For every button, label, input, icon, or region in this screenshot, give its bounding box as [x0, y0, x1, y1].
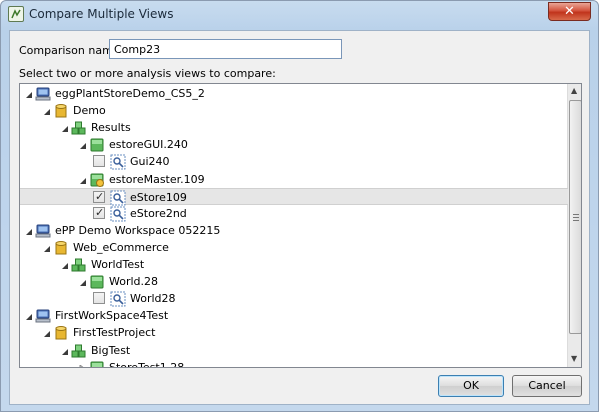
title-bar[interactable]: Compare Multiple Views ✕ [1, 1, 598, 29]
tree-item-label: eStore2nd [130, 206, 187, 220]
computer-icon [35, 86, 51, 102]
scroll-up-button[interactable]: ▲ [568, 84, 581, 99]
expanded-arrow-icon[interactable] [61, 260, 69, 273]
analysis-views-tree[interactable]: ▲ ▼ eggPlantStoreDemo_CS5_2 Demo Results es… [19, 83, 582, 368]
tree-row[interactable]: estoreMaster.109 [20, 171, 568, 188]
tree-row[interactable]: BigTest [20, 342, 568, 359]
vertical-scrollbar[interactable]: ▲ ▼ [567, 84, 581, 367]
cubes-icon [71, 257, 87, 273]
tree-item-label: BigTest [91, 343, 131, 357]
expanded-arrow-icon[interactable] [61, 346, 69, 359]
cancel-button[interactable]: Cancel [512, 375, 582, 397]
tree-row[interactable]: FirstTestProject [20, 324, 568, 341]
cube-icon [89, 360, 105, 367]
tree-row[interactable]: ePP Demo Workspace 052215 [20, 222, 568, 239]
view-checkbox[interactable] [93, 155, 105, 168]
checkmark-icon: ✓ [95, 189, 105, 203]
scroll-down-icon: ▼ [571, 354, 578, 363]
tree-row[interactable]: Demo [20, 102, 568, 119]
expanded-arrow-icon[interactable] [43, 328, 51, 341]
analysis-view-icon [110, 206, 126, 222]
expanded-arrow-icon[interactable] [25, 89, 33, 102]
tree-item-label: Web_eCommerce [73, 240, 169, 254]
expanded-arrow-icon[interactable] [43, 106, 51, 119]
computer-icon [35, 308, 51, 324]
cubes-icon [71, 120, 87, 136]
tree-row[interactable]: Gui240 [20, 153, 568, 170]
tree-row[interactable]: estoreGUI.240 [20, 136, 568, 153]
tree-row[interactable]: StoreTest1.28 [20, 359, 568, 368]
scrollbar-thumb[interactable] [569, 100, 581, 334]
tree-item-label: World.28 [109, 275, 159, 289]
expanded-arrow-icon[interactable] [43, 243, 51, 256]
expanded-arrow-icon[interactable] [79, 277, 87, 290]
dialog-window: Compare Multiple Views ✕ Comparison name… [0, 0, 599, 412]
tree-item-label: ePP Demo Workspace 052215 [55, 223, 221, 237]
tree-item-label: Gui240 [130, 155, 170, 169]
tree-item-label: World28 [130, 292, 176, 306]
expanded-arrow-icon[interactable] [61, 123, 69, 136]
analysis-view-icon [110, 291, 126, 307]
select-views-label: Select two or more analysis views to com… [19, 67, 276, 80]
cube-icon [89, 274, 105, 290]
computer-icon [35, 223, 51, 239]
analysis-view-icon [110, 190, 126, 206]
tree-item-label: FirstTestProject [73, 326, 156, 340]
tree-row[interactable]: World.28 [20, 273, 568, 290]
cubes-icon [71, 343, 87, 359]
tree-row[interactable]: ✓ eStore109 [20, 187, 568, 206]
comparison-name-input[interactable] [109, 39, 342, 59]
tree-row[interactable]: World28 [20, 290, 568, 307]
tree-item-label: eStore109 [130, 190, 187, 204]
app-icon [8, 6, 24, 22]
tree-row[interactable]: FirstWorkSpace4Test [20, 307, 568, 324]
cube-icon [89, 137, 105, 153]
database-icon [53, 103, 69, 119]
cube-yellow-icon [89, 172, 105, 188]
tree-item-label: Demo [73, 104, 106, 118]
tree-row[interactable]: Results [20, 119, 568, 136]
tree-row[interactable]: Web_eCommerce [20, 239, 568, 256]
dialog-body: Comparison name: Select two or more anal… [9, 30, 590, 405]
expanded-arrow-icon[interactable] [79, 175, 87, 188]
tree-item-label: estoreMaster.109 [109, 172, 205, 186]
collapsed-arrow-icon[interactable] [79, 363, 87, 367]
grip-line [573, 220, 579, 221]
tree-item-label: eggPlantStoreDemo_CS5_2 [55, 87, 205, 100]
close-button[interactable]: ✕ [548, 2, 591, 21]
analysis-view-icon [110, 154, 126, 170]
tree-item-label: estoreGUI.240 [109, 138, 188, 152]
ok-button[interactable]: OK [438, 375, 504, 397]
database-icon [53, 240, 69, 256]
scroll-down-button[interactable]: ▼ [568, 352, 581, 367]
expanded-arrow-icon[interactable] [25, 226, 33, 239]
grip-line [573, 217, 579, 218]
tree-item-label: StoreTest1.28 [109, 360, 185, 368]
view-checkbox[interactable]: ✓ [93, 189, 105, 203]
tree-row[interactable]: WorldTest [20, 256, 568, 273]
view-checkbox[interactable] [93, 292, 105, 305]
window-title: Compare Multiple Views [29, 7, 174, 21]
database-icon [53, 325, 69, 341]
tree-item-label: WorldTest [91, 258, 145, 271]
tree-row[interactable]: ✓ eStore2nd [20, 205, 568, 222]
close-icon: ✕ [564, 4, 575, 19]
checkmark-icon: ✓ [95, 205, 105, 219]
view-checkbox[interactable]: ✓ [93, 205, 105, 219]
tree-row[interactable]: eggPlantStoreDemo_CS5_2 [20, 85, 568, 102]
scroll-up-icon: ▲ [571, 86, 578, 95]
expanded-arrow-icon[interactable] [79, 140, 87, 153]
expanded-arrow-icon[interactable] [25, 311, 33, 324]
comparison-name-label: Comparison name: [19, 44, 124, 57]
grip-line [573, 214, 579, 215]
tree-item-label: FirstWorkSpace4Test [55, 309, 169, 323]
tree-item-label: Results [91, 121, 131, 135]
